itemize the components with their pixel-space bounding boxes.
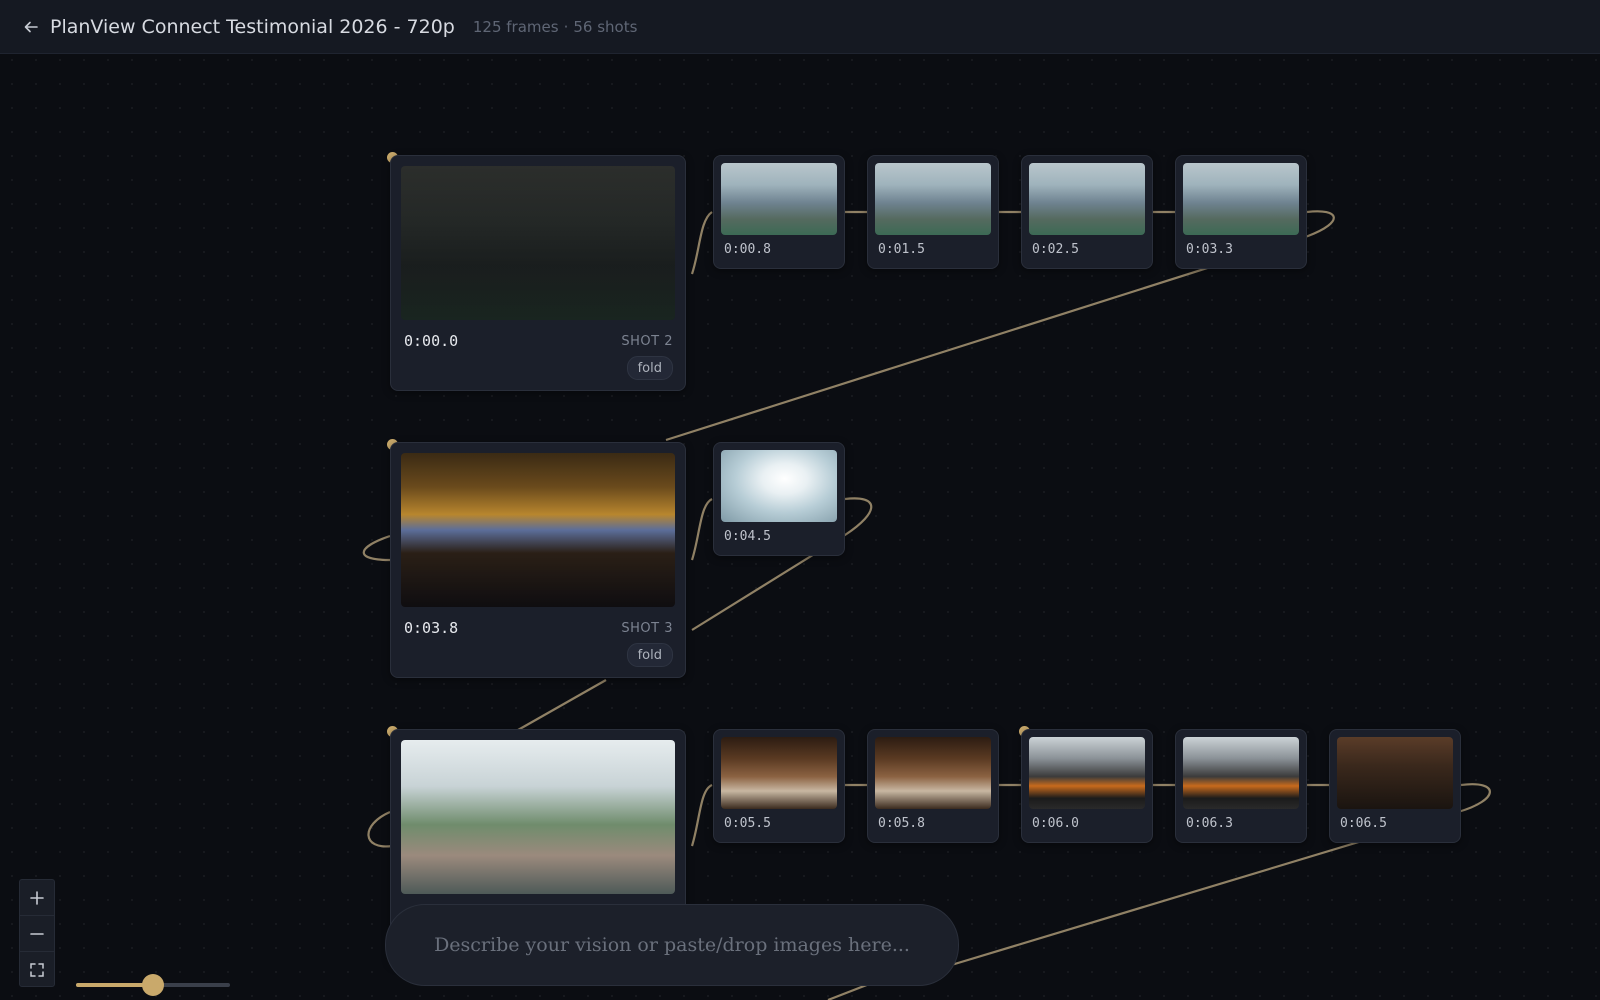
wire — [517, 679, 607, 731]
frame-card[interactable]: 0:05.8 — [867, 729, 999, 843]
frame-thumbnail — [1183, 163, 1299, 235]
zoom-in-button[interactable] — [20, 880, 54, 916]
project-stats: 125 frames · 56 shots — [473, 18, 638, 36]
back-arrow-icon[interactable] — [20, 16, 42, 38]
zoom-out-button[interactable] — [20, 916, 54, 952]
shot-timecode: 0:00.0 — [404, 332, 459, 350]
top-bar: PlanView Connect Testimonial 2026 - 720p… — [0, 0, 1600, 54]
fullscreen-icon — [30, 962, 44, 977]
wire — [690, 783, 713, 847]
frame-thumbnail — [721, 450, 837, 522]
frame-card[interactable]: 0:01.5 — [867, 155, 999, 269]
frame-timecode: 0:05.5 — [724, 816, 771, 831]
frame-timecode: 0:06.5 — [1340, 816, 1387, 831]
frame-timecode: 0:02.5 — [1032, 242, 1079, 257]
frame-count: 125 frames — [472, 17, 559, 36]
frame-card[interactable]: 0:00.8 — [713, 155, 845, 269]
wire — [362, 534, 391, 562]
frame-thumbnail — [1029, 163, 1145, 235]
frame-thumbnail — [1183, 737, 1299, 809]
zoom-controls — [19, 879, 55, 987]
frame-thumbnail — [875, 163, 991, 235]
shot-label: SHOT 3 — [621, 621, 673, 636]
frame-thumbnail — [875, 737, 991, 809]
prompt-input[interactable] — [430, 933, 914, 957]
plus-icon — [30, 890, 44, 905]
shot-thumbnail — [401, 166, 675, 320]
frame-timecode: 0:06.0 — [1032, 816, 1079, 831]
frame-thumbnail — [721, 737, 837, 809]
shot-card-main[interactable]: 0:00.0 SHOT 2 fold — [390, 155, 686, 391]
stats-separator: · — [563, 17, 569, 36]
frame-timecode: 0:05.8 — [878, 816, 925, 831]
zoom-slider[interactable] — [76, 973, 230, 997]
fit-view-button[interactable] — [20, 952, 54, 987]
shot-card-main[interactable]: 0:03.8 SHOT 3 fold — [390, 442, 686, 678]
frame-card[interactable]: 0:06.0 — [1021, 729, 1153, 843]
frame-timecode: 0:04.5 — [724, 529, 771, 544]
frame-timecode: 0:06.3 — [1186, 816, 1233, 831]
shot-label: SHOT 2 — [621, 334, 673, 349]
frame-thumbnail — [721, 163, 837, 235]
minus-icon — [30, 932, 44, 935]
project-title: PlanView Connect Testimonial 2026 - 720p — [50, 15, 455, 38]
shot-timecode: 0:03.8 — [404, 619, 459, 637]
frame-card[interactable]: 0:04.5 — [713, 442, 845, 556]
frame-thumbnail — [1337, 737, 1453, 809]
shot-thumbnail — [401, 453, 675, 607]
fold-button[interactable]: fold — [626, 643, 673, 667]
wire — [367, 810, 393, 848]
frame-card[interactable]: 0:05.5 — [713, 729, 845, 843]
frame-timecode: 0:01.5 — [878, 242, 925, 257]
frame-card[interactable]: 0:06.3 — [1175, 729, 1307, 843]
frame-card[interactable]: 0:02.5 — [1021, 155, 1153, 269]
shot-count: 56 shots — [573, 17, 638, 36]
frame-timecode: 0:03.3 — [1186, 242, 1233, 257]
wire — [690, 211, 713, 275]
slider-handle[interactable] — [142, 974, 164, 996]
frame-timecode: 0:00.8 — [724, 242, 771, 257]
frame-card[interactable]: 0:03.3 — [1175, 155, 1307, 269]
frame-thumbnail — [1029, 737, 1145, 809]
prompt-bar — [385, 904, 959, 986]
wire — [690, 498, 713, 561]
frame-card[interactable]: 0:06.5 — [1329, 729, 1461, 843]
shot-thumbnail — [401, 740, 675, 894]
fold-button[interactable]: fold — [626, 356, 673, 380]
